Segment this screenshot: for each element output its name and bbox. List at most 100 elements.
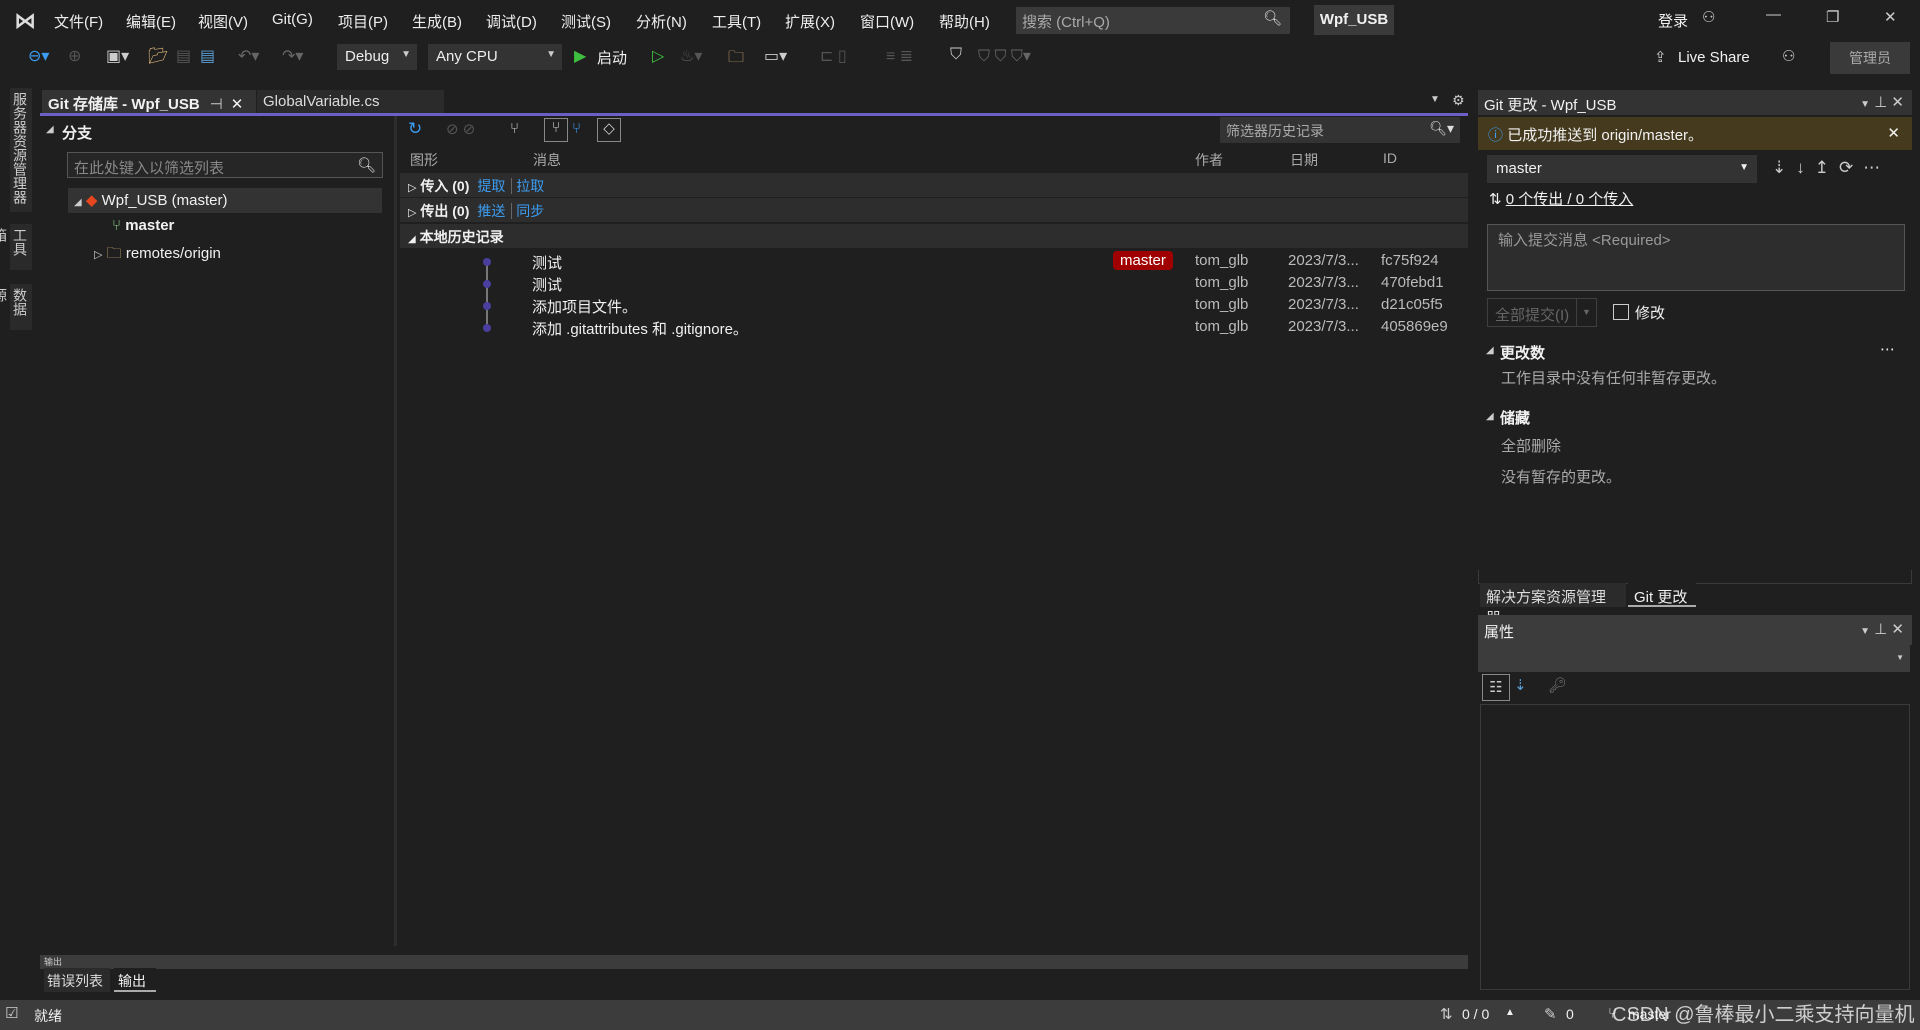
branch-select[interactable]: master ▼ [1487, 155, 1757, 183]
bookmark-icon[interactable]: ⛉ [950, 46, 962, 64]
window-layout-icon[interactable]: ▭▾ [764, 46, 787, 66]
tree-item-branch-master[interactable]: ⑂ master [68, 214, 382, 239]
live-share-button[interactable]: Live Share [1678, 49, 1750, 66]
alphabetical-icon[interactable]: ⇣ [1514, 676, 1527, 694]
panel-controls[interactable]: ▼ ⊥ ✕ [1860, 93, 1904, 111]
commit-node[interactable] [483, 324, 491, 332]
pin-icon[interactable]: ⊥ [1874, 621, 1887, 638]
menu-file[interactable]: 文件(F) [54, 11, 103, 32]
sync-status[interactable]: ⇅ 0 个传出 / 0 个传入 [1489, 188, 1633, 209]
tree-item-repo[interactable]: ◢ ◆ Wpf_USB (master) [68, 188, 382, 213]
search-input[interactable]: 搜索 (Ctrl+Q) 🔍︎ [1016, 7, 1290, 34]
hot-reload-icon[interactable]: ♨▾ [680, 46, 702, 66]
pin-icon[interactable]: ⊣ [210, 96, 223, 113]
platform-select[interactable]: Any CPU ▼ [428, 44, 562, 70]
start-play-icon[interactable]: ▶ [574, 46, 586, 66]
status-edits[interactable]: 0 [1566, 1006, 1574, 1022]
branch-graph-icon[interactable]: ⑂ [510, 120, 519, 137]
tab-globalvariable[interactable]: GlobalVariable.cs [257, 90, 444, 114]
expand-icon[interactable]: ▷ [408, 207, 416, 219]
side-tab-data-sources[interactable]: 数据源 [0, 284, 32, 330]
open-file-icon[interactable]: 📂︎ [148, 46, 168, 66]
column-author[interactable]: 作者 [1195, 150, 1223, 170]
close-icon[interactable]: ✕ [1891, 94, 1904, 111]
tab-git-changes[interactable]: Git 更改 [1628, 583, 1696, 607]
tab-list-dropdown-icon[interactable]: ▼ [1430, 94, 1440, 105]
history-filter-input[interactable]: 筛选器历史记录 🔍︎▾ [1220, 117, 1460, 143]
sync-link[interactable]: 0 个传出 / 0 个传入 [1506, 191, 1634, 208]
fetch-icon[interactable]: ⊘ ⊘ [446, 120, 475, 138]
expand-icon[interactable]: ▷ [408, 182, 416, 194]
commit-node[interactable] [483, 280, 491, 288]
pin-icon[interactable]: ⊥ [1874, 94, 1887, 111]
menu-view[interactable]: 视图(V) [198, 11, 248, 32]
close-window-button[interactable]: ✕ [1884, 8, 1897, 26]
menu-test[interactable]: 测试(S) [561, 11, 611, 32]
tag-icon[interactable]: ◇ [597, 118, 621, 142]
branch-filter-input[interactable]: 在此处键入以筛选列表 🔍︎ [67, 152, 383, 178]
show-remote-icon[interactable]: ⑂ [572, 120, 581, 137]
expand-icon[interactable]: ▷ [94, 249, 102, 261]
panel-controls[interactable]: ▼ ⊥ ✕ [1860, 620, 1904, 638]
restore-button[interactable]: ❐ [1826, 8, 1839, 26]
menu-git[interactable]: Git(G) [272, 11, 313, 28]
commit-node[interactable] [483, 302, 491, 310]
visual-studio-logo-icon[interactable]: ⋈ [14, 8, 40, 33]
properties-object-select[interactable]: ▼ [1478, 645, 1910, 672]
undo-icon[interactable]: ↶▾ [238, 46, 259, 66]
bookmark-nav-icon[interactable]: ⛉ ⛉ ⛉▾ [978, 46, 1031, 66]
expand-icon[interactable]: ◢ [74, 197, 82, 208]
stash-delete-all[interactable]: 全部删除 [1501, 435, 1561, 456]
push-link[interactable]: 推送 [477, 203, 505, 219]
property-pages-icon[interactable]: 🔑︎ [1548, 676, 1567, 694]
tab-git-repository[interactable]: Git 存储库 - Wpf_USB ⊣ ✕ [42, 90, 256, 114]
menu-project[interactable]: 项目(P) [338, 11, 388, 32]
column-date[interactable]: 日期 [1290, 150, 1318, 170]
more-icon[interactable]: ⋯ [1880, 340, 1895, 358]
status-sync[interactable]: 0 / 0 [1462, 1006, 1489, 1022]
sync-link[interactable]: 同步 [511, 203, 545, 219]
fetch-icon[interactable]: ⇣ [1772, 158, 1796, 177]
tab-solution-explorer[interactable]: 解决方案资源管理器 [1480, 583, 1626, 627]
close-icon[interactable]: ✕ [1891, 621, 1904, 638]
side-tab-toolbox[interactable]: 工具箱 [0, 224, 32, 270]
menu-window[interactable]: 窗口(W) [860, 11, 914, 32]
collapse-icon[interactable]: ◢ [1486, 345, 1494, 356]
push-icon[interactable]: ↥ [1815, 158, 1839, 177]
tab-output[interactable]: 输出 [114, 968, 156, 992]
menu-edit[interactable]: 编辑(E) [126, 11, 176, 32]
column-message[interactable]: 消息 [533, 150, 561, 170]
browse-folder-icon[interactable]: 🗀 [728, 46, 744, 73]
minimize-button[interactable]: — [1766, 6, 1781, 23]
column-graph[interactable]: 图形 [410, 150, 438, 170]
align-icon[interactable]: ⊏ ▯ [820, 46, 847, 66]
amend-checkbox[interactable] [1613, 304, 1629, 320]
gear-icon[interactable]: ⚙ [1452, 92, 1465, 109]
outgoing-group[interactable]: ▷ 传出 (0) 推送 同步 [400, 198, 1468, 222]
sync-icon[interactable]: ⟳ [1839, 158, 1863, 177]
fetch-link[interactable]: 提取 [477, 178, 505, 194]
chevron-down-icon[interactable]: ▼ [1576, 299, 1596, 326]
incoming-group[interactable]: ▷ 传入 (0) 提取 拉取 [400, 173, 1468, 197]
more-icon[interactable]: ⋯ [1863, 158, 1890, 177]
menu-debug[interactable]: 调试(D) [486, 11, 537, 32]
menu-analyze[interactable]: 分析(N) [636, 11, 687, 32]
start-without-debug-icon[interactable]: ▷ [652, 46, 664, 66]
save-all-icon[interactable]: ▤ [200, 46, 215, 66]
refresh-icon[interactable]: ↻ [408, 119, 422, 139]
categorized-icon[interactable]: ☷ [1482, 674, 1510, 701]
redo-icon[interactable]: ↷▾ [282, 46, 303, 66]
forward-icon[interactable]: ⊕ [68, 46, 81, 66]
collapse-icon[interactable]: ◢ [46, 124, 54, 135]
commit-node[interactable] [483, 258, 491, 266]
account-icon[interactable]: ⚇ [1702, 8, 1715, 26]
chevron-up-icon[interactable]: ▲ [1505, 1007, 1515, 1018]
back-icon[interactable]: ⊖▾ [28, 46, 49, 66]
commit-all-button[interactable]: 全部提交(I) ▼ [1487, 298, 1597, 327]
configuration-select[interactable]: Debug ▼ [337, 44, 417, 70]
menu-build[interactable]: 生成(B) [412, 11, 462, 32]
commit-message-input[interactable]: 输入提交消息 <Required> [1487, 224, 1905, 291]
menu-help[interactable]: 帮助(H) [939, 11, 990, 32]
sign-in-link[interactable]: 登录 [1658, 10, 1688, 31]
collapse-icon[interactable]: ◢ [1486, 411, 1494, 422]
